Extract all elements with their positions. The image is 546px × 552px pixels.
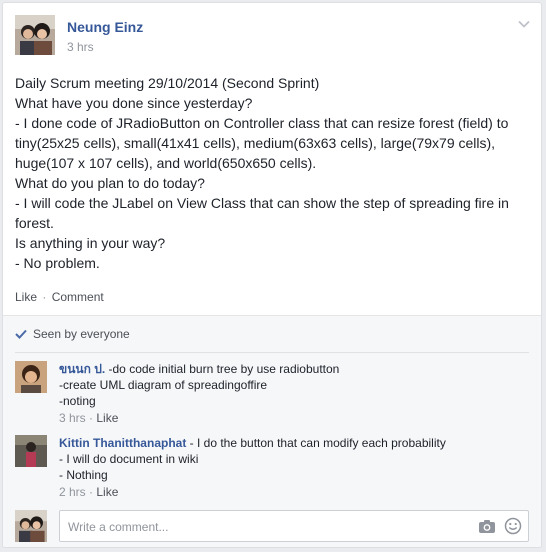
- post-actions: Like · Comment: [15, 290, 104, 304]
- post-line: Daily Scrum meeting 29/10/2014 (Second S…: [15, 75, 320, 91]
- seen-text: Seen by everyone: [33, 327, 130, 341]
- person-avatar-icon: [15, 361, 47, 393]
- camera-icon[interactable]: [478, 518, 496, 534]
- commenter-avatar[interactable]: [15, 435, 47, 467]
- post-author[interactable]: Neung Einz: [67, 19, 143, 35]
- comment-author[interactable]: ขนนก ป.: [59, 362, 105, 376]
- comment-line: - I will do document in wiki: [59, 452, 199, 466]
- like-link[interactable]: Like: [15, 290, 37, 304]
- author-avatar[interactable]: [15, 15, 55, 55]
- comment-author[interactable]: Kittin Thanitthanaphat: [59, 436, 186, 450]
- chevron-down-icon[interactable]: [517, 17, 531, 31]
- comment-line: -noting: [59, 394, 96, 408]
- comment-line: I do the button that can modify each pro…: [197, 436, 446, 450]
- smiley-icon[interactable]: [504, 517, 522, 535]
- comment-time[interactable]: 2 hrs: [59, 485, 86, 499]
- post-card: Neung Einz 3 hrs Daily Scrum meeting 29/…: [2, 2, 542, 548]
- comment-time[interactable]: 3 hrs: [59, 411, 86, 425]
- comment-like-link[interactable]: Like: [96, 485, 118, 499]
- post-line: Is anything in your way?: [15, 235, 166, 251]
- post-header: Neung Einz 3 hrs: [3, 3, 541, 65]
- comment-line: - Nothing: [59, 468, 108, 482]
- separator-dot: ·: [89, 485, 94, 499]
- comment-box: [59, 510, 529, 542]
- couple-photo-avatar: [15, 15, 55, 55]
- divider: [15, 352, 529, 353]
- checkmark-icon: [15, 329, 27, 339]
- post-line: What do you plan to do today?: [15, 175, 205, 191]
- post-timestamp[interactable]: 3 hrs: [67, 40, 94, 54]
- comment-like-link[interactable]: Like: [96, 411, 118, 425]
- feedback-section: Seen by everyone ขนนก ป. -do code initia…: [3, 315, 541, 547]
- comment-line: -do code initial burn tree by use radiob…: [108, 362, 340, 376]
- comment-line: -create UML diagram of spreadingoffire: [59, 378, 268, 392]
- commenter-avatar[interactable]: [15, 361, 47, 393]
- comment-composer: [15, 510, 529, 542]
- couple-photo-avatar: [15, 510, 47, 542]
- post-line: - I will code the JLabel on View Class t…: [15, 195, 509, 231]
- comment-link[interactable]: Comment: [52, 290, 104, 304]
- comment-body: ขนนก ป. -do code initial burn tree by us…: [59, 361, 529, 426]
- comment-meta: 2 hrs · Like: [59, 484, 529, 500]
- comment-input[interactable]: [66, 515, 470, 539]
- post-line: - No problem.: [15, 255, 100, 271]
- current-user-avatar: [15, 510, 47, 542]
- separator-dot: ·: [89, 411, 94, 425]
- post-text: Daily Scrum meeting 29/10/2014 (Second S…: [15, 73, 531, 273]
- person-avatar-icon: [15, 435, 47, 467]
- separator-dot: ·: [42, 290, 47, 304]
- post-line: What have you done since yesterday?: [15, 95, 253, 111]
- post-line: - I done code of JRadioButton on Control…: [15, 115, 509, 171]
- comment-body: Kittin Thanitthanaphat - I do the button…: [59, 435, 529, 500]
- seen-indicator: Seen by everyone: [15, 327, 130, 341]
- comment-meta: 3 hrs · Like: [59, 410, 529, 426]
